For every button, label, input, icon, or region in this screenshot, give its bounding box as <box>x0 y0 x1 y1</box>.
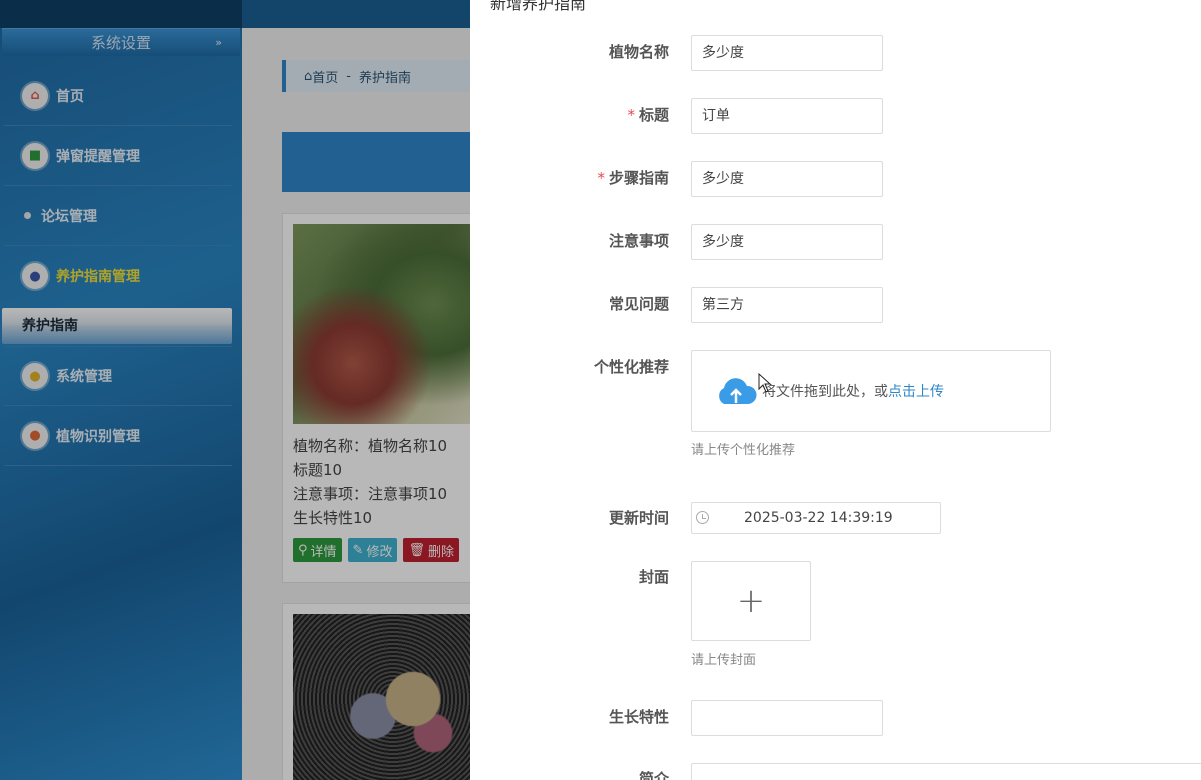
cover-upload-button[interactable]: + <box>691 561 811 641</box>
field-label: 简介 <box>638 770 669 780</box>
modal-overlay[interactable] <box>0 0 470 780</box>
faq-input[interactable]: 第三方 <box>691 287 883 323</box>
field-label: 注意事项 <box>608 232 669 250</box>
field-label: 植物名称 <box>608 43 669 61</box>
cover-hint: 请上传封面 <box>691 653 757 668</box>
required-mark: * <box>627 106 635 124</box>
add-care-guide-drawer: 新增养护指南 植物名称 多少度 * 标题 订单 * 步骤指南 多少度 注意事项 多少… <box>470 0 1201 780</box>
notes-input[interactable]: 多少度 <box>691 224 883 260</box>
required-mark: * <box>597 169 605 187</box>
recommend-hint: 请上传个性化推荐 <box>691 443 796 458</box>
plant-name-input[interactable]: 多少度 <box>691 35 883 71</box>
field-label: * 步骤指南 <box>597 167 669 188</box>
field-label-text: 标题 <box>638 106 669 124</box>
dropzone-text: 将文件拖到此处，或 <box>762 384 888 400</box>
field-label-text: 步骤指南 <box>608 169 669 187</box>
plus-icon: + <box>736 581 766 621</box>
field-label: 封面 <box>638 568 669 586</box>
intro-editor[interactable] <box>691 763 1201 780</box>
drawer-title: 新增养护指南 <box>490 0 587 13</box>
clock-icon <box>696 511 709 524</box>
title-input[interactable]: 订单 <box>691 98 883 134</box>
field-label: * 标题 <box>627 104 669 125</box>
field-label: 生长特性 <box>608 708 669 726</box>
cloud-upload-icon <box>719 378 757 404</box>
field-label: 更新时间 <box>608 509 669 527</box>
mouse-cursor-icon <box>758 373 772 393</box>
field-label: 常见问题 <box>608 295 669 313</box>
field-label: 个性化推荐 <box>593 358 669 376</box>
update-time-value: 2025-03-22 14:39:19 <box>744 510 893 526</box>
update-time-picker[interactable]: 2025-03-22 14:39:19 <box>691 502 941 534</box>
steps-input[interactable]: 多少度 <box>691 161 883 197</box>
recommend-upload-dropzone[interactable]: 将文件拖到此处，或 点击上传 <box>691 350 1051 432</box>
click-upload-link[interactable]: 点击上传 <box>888 381 944 401</box>
growth-input[interactable] <box>691 700 883 736</box>
